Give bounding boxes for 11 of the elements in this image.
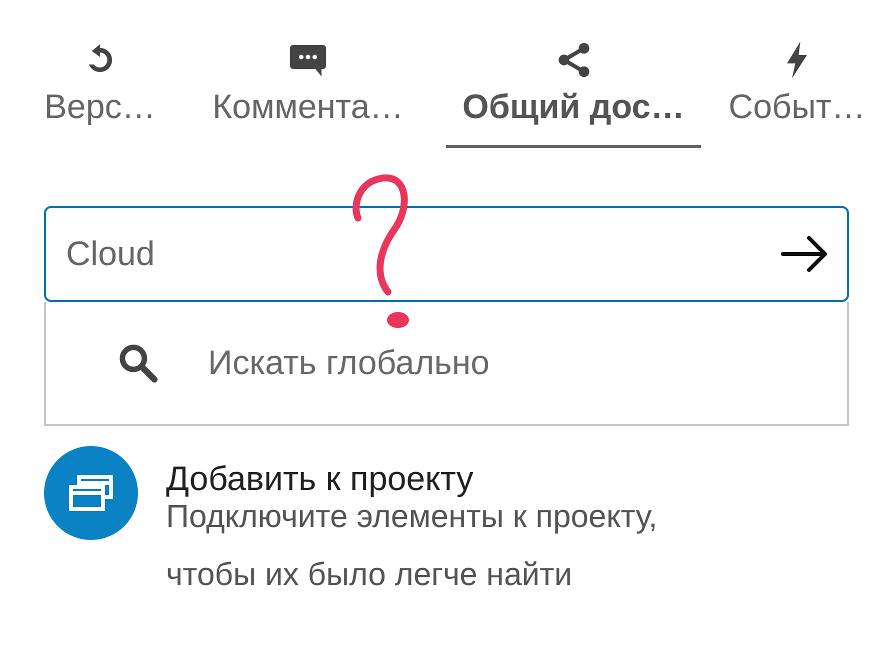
tab[interactable]: Коммента… — [188, 38, 428, 148]
project-title: Добавить к проекту — [166, 460, 474, 499]
suggestion-label: Искать глобально — [208, 344, 490, 382]
tab[interactable]: Верс… — [30, 38, 170, 148]
tab[interactable]: Общий дос… — [446, 38, 701, 148]
tab[interactable]: Событ… — [711, 38, 883, 148]
windows-icon — [67, 473, 115, 513]
search-field[interactable]: Cloud — [44, 206, 849, 302]
search-suggestion[interactable]: Искать глобально — [44, 302, 849, 426]
comment-icon — [288, 42, 328, 78]
project-description: Подключите элементы к проекту, чтобы их было легче найти — [166, 497, 658, 594]
